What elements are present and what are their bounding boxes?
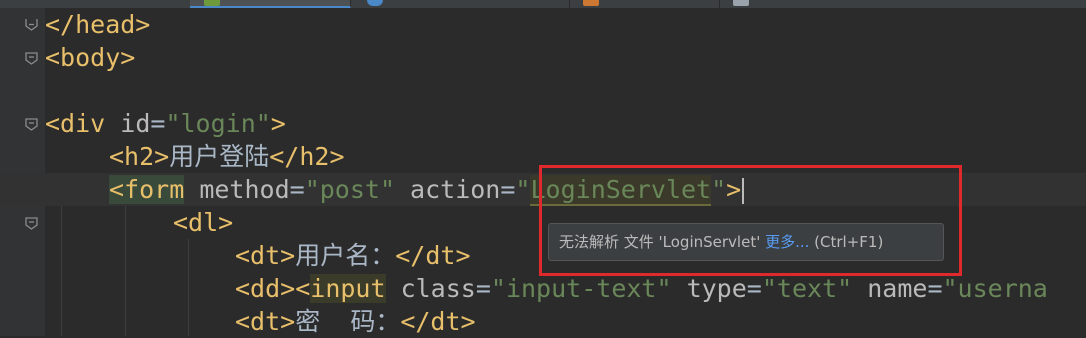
tag-close: > [270,109,286,138]
equals-sign: = [927,274,943,303]
type-value: "text" [761,274,853,303]
action-attribute: action [395,175,501,204]
method-value: "post" [304,175,395,204]
code-line: <dd><input class="input-text" type="text… [45,272,1048,305]
equals-sign: = [746,274,762,303]
dt-open-tag: <dt> [235,307,296,336]
h2-open-tag: <h2> [109,142,170,171]
dt-close-tag: </dt> [400,307,476,336]
web-file-icon [367,0,383,6]
code-line: <dl> [45,206,233,239]
fold-collapse-icon[interactable] [25,118,38,131]
code-line: <dt>密 码：</dt> [45,305,476,338]
equals-sign: = [475,274,491,303]
code-line: <body> [45,41,135,74]
username-label-text: 用户名： [295,241,396,270]
code-line: <dt>用户名：</dt> [45,239,471,272]
editor-tab[interactable] [719,0,1086,8]
name-value: "userna [942,274,1048,303]
editor-tab[interactable] [569,0,720,8]
dd-tag: <dd>< [235,274,311,303]
html-file-icon [204,0,220,6]
password-label-text: 密 码： [295,307,401,336]
code-line: <h2>用户登陆</h2> [45,140,345,173]
dt-open-tag: <dt> [235,241,296,270]
dt-close-tag: </dt> [395,241,471,270]
heading-text: 用户登陆 [169,142,270,171]
highlight-annotation-box [539,165,962,276]
name-attribute: name [852,274,928,303]
type-attribute: type [671,274,747,303]
equals-sign: = [289,175,305,204]
code-line: </head> [45,8,150,41]
editor-gutter [0,8,45,336]
editor-tab[interactable] [351,0,570,8]
equals-sign: = [150,109,166,138]
equals-sign: = [500,175,516,204]
dl-tag: <dl> [173,208,234,237]
class-attribute: class [385,274,476,303]
h2-close-tag: </h2> [269,142,345,171]
form-tag: <form [109,175,185,204]
quote: " [515,175,531,204]
fold-collapse-icon[interactable] [25,52,38,65]
editor-tab-active[interactable] [190,0,351,8]
id-attribute: id [105,109,151,138]
code-line: <div id="login"> [45,107,286,140]
java-file-icon [583,0,599,6]
fold-end-icon[interactable] [25,18,38,31]
text-file-icon [733,0,749,6]
method-attribute: method [184,175,290,204]
body-tag: <body> [45,43,136,72]
editor-tab-bar [0,0,1086,8]
editor-tab[interactable] [0,0,191,8]
id-value: "login" [165,109,271,138]
class-value: "input-text" [490,274,672,303]
fold-collapse-icon[interactable] [25,217,38,230]
div-tag: <div [45,109,106,138]
input-tag: input [310,274,386,303]
close-head-tag: </head> [45,10,151,39]
